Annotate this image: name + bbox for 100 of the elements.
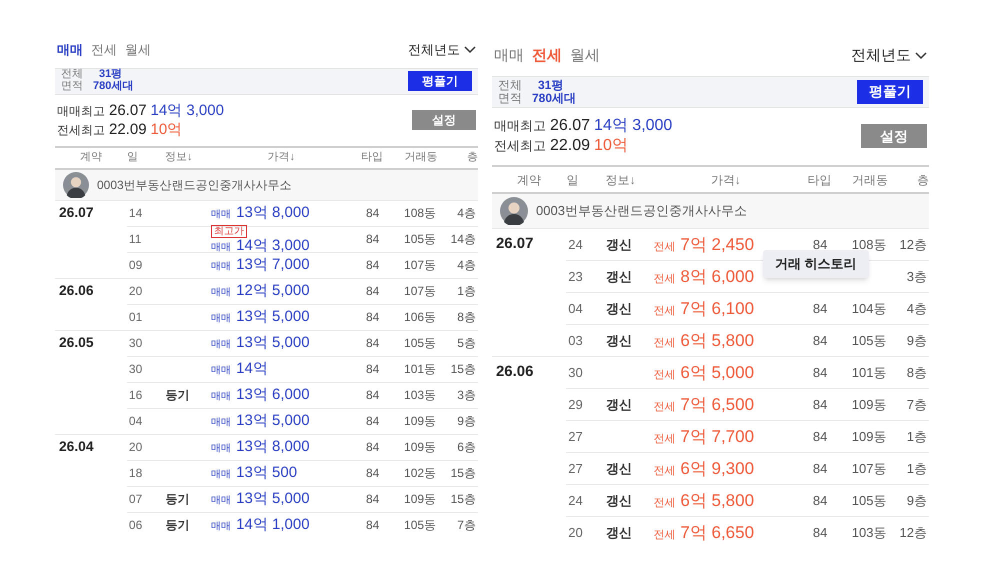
price-cell[interactable]: 7억 7,700 xyxy=(680,428,754,446)
tab[interactable]: 월세 xyxy=(570,45,600,68)
price-cell[interactable]: 6억 5,800 xyxy=(680,332,754,350)
type-cell: 84 xyxy=(812,428,828,444)
floor-cell-text: 4층 xyxy=(456,257,477,274)
building-cell: 109동 xyxy=(852,428,886,444)
price-cell[interactable]: 14억 xyxy=(236,361,268,377)
price-cell[interactable]: 7억 6,650 xyxy=(680,524,754,542)
type-cell: 84 xyxy=(366,336,380,350)
column-header[interactable]: 정보↓ xyxy=(606,170,654,189)
record-date: 26.07 xyxy=(109,100,147,120)
info-cell: 갱신 xyxy=(606,268,632,284)
price-cell[interactable]: 8억 6,000 xyxy=(680,268,754,286)
price-cell[interactable]: 13억 5,000 xyxy=(236,491,310,507)
price-cell[interactable]: 13억 5,000 xyxy=(236,335,310,351)
month-cell-text: 26.04 xyxy=(59,438,94,456)
deal-type: 전세 xyxy=(653,530,676,542)
floor-cell-text: 5층 xyxy=(456,335,477,352)
record-date: 22.09 xyxy=(109,120,147,140)
period-dropdown[interactable]: 전체년도 xyxy=(851,45,927,68)
day-cell-text: 20 xyxy=(128,439,144,456)
day-cell-text: 29 xyxy=(567,396,584,414)
type-cell: 84 xyxy=(812,492,828,508)
record-price: 14억 3,000 xyxy=(150,100,224,120)
price-cell[interactable]: 14억 3,000 xyxy=(236,238,310,254)
info-cell: 갱신 xyxy=(606,492,632,508)
period-dropdown[interactable]: 전체년도 xyxy=(408,40,476,60)
day-cell-text: 20 xyxy=(128,283,144,300)
column-header[interactable]: 정보↓ xyxy=(164,149,212,166)
price-cell[interactable]: 12억 5,000 xyxy=(236,283,310,299)
tab[interactable]: 월세 xyxy=(125,40,151,60)
info-cell: 갱신 xyxy=(606,396,632,412)
day-cell-text: 23 xyxy=(567,268,584,286)
type-cell: 84 xyxy=(366,258,380,272)
chevron-down-icon xyxy=(464,46,476,54)
building-cell: 108동 xyxy=(404,206,436,220)
price-cell[interactable]: 13억 500 xyxy=(236,465,298,481)
area-size: 31평 xyxy=(98,69,124,80)
building-cell: 103동 xyxy=(404,388,436,402)
building-cell: 105동 xyxy=(852,332,886,348)
household-count: 780세대 xyxy=(532,92,576,104)
price-cell[interactable]: 7억 2,450 xyxy=(680,236,754,254)
deal-type: 매매 xyxy=(211,418,232,429)
deal-type: 매매 xyxy=(211,366,232,377)
info-cell: 갱신 xyxy=(606,524,632,540)
deal-type: 매매 xyxy=(211,340,232,351)
day-cell-text: 18 xyxy=(128,465,144,482)
deal-type: 매매 xyxy=(211,470,232,481)
deal-type: 매매 xyxy=(211,242,232,254)
settings-button[interactable]: 설정 xyxy=(412,110,476,130)
deal-type: 매매 xyxy=(211,314,232,325)
column-header[interactable]: 가격↓ xyxy=(654,170,798,189)
record-label: 전세최고 xyxy=(494,138,546,156)
price-cell[interactable]: 13억 5,000 xyxy=(236,413,310,429)
tab[interactable]: 전세 xyxy=(91,40,117,60)
tab[interactable]: 매매 xyxy=(57,40,83,60)
floor-cell-text: 9층 xyxy=(906,332,928,350)
column-header: 계약 xyxy=(78,150,103,166)
price-cell[interactable]: 6억 5,000 xyxy=(680,364,754,382)
day-cell-text: 20 xyxy=(567,524,584,542)
day-cell-text: 24 xyxy=(567,492,584,510)
price-cell[interactable]: 13억 8,000 xyxy=(236,439,310,455)
tab[interactable]: 전세 xyxy=(532,45,562,68)
price-cell[interactable]: 14억 1,000 xyxy=(236,517,310,533)
price-cell[interactable]: 6억 9,300 xyxy=(680,460,754,478)
column-header: 타입 xyxy=(806,172,833,189)
tab[interactable]: 매매 xyxy=(494,45,524,68)
deal-type: 전세 xyxy=(653,306,676,318)
type-cell: 84 xyxy=(366,362,380,376)
type-cell: 84 xyxy=(366,492,380,506)
deal-type: 전세 xyxy=(653,370,676,382)
type-cell: 84 xyxy=(366,284,380,298)
info-cell: 갱신 xyxy=(606,460,632,476)
day-cell-text: 07 xyxy=(128,491,144,508)
type-cell: 84 xyxy=(366,388,380,402)
settings-button[interactable]: 설정 xyxy=(861,124,927,148)
price-cell[interactable]: 13억 7,000 xyxy=(236,257,310,273)
area-toggle-button[interactable]: 평풀기 xyxy=(857,80,923,104)
floor-cell-text: 1층 xyxy=(456,283,477,300)
building-cell: 108동 xyxy=(852,236,886,252)
area-label: 면적 xyxy=(498,92,522,104)
area-toggle-button[interactable]: 평풀기 xyxy=(408,71,472,91)
price-cell[interactable]: 13억 6,000 xyxy=(236,387,310,403)
building-cell: 109동 xyxy=(404,440,436,454)
price-cell[interactable]: 7억 6,100 xyxy=(680,300,754,318)
price-cell[interactable]: 7억 6,500 xyxy=(680,396,754,414)
household-count: 780세대 xyxy=(93,81,134,93)
price-cell[interactable]: 13억 5,000 xyxy=(236,309,310,325)
day-cell-text: 30 xyxy=(128,361,144,378)
column-header[interactable]: 가격↓ xyxy=(211,149,352,166)
history-tooltip: 거래 히스토리 xyxy=(762,250,869,278)
building-cell: 105동 xyxy=(404,336,436,350)
price-cell[interactable]: 6억 5,800 xyxy=(680,492,754,510)
deal-type: 전세 xyxy=(653,498,676,510)
price-cell[interactable]: 13억 8,000 xyxy=(236,205,310,221)
column-header: 층 xyxy=(916,172,929,189)
building-cell: 101동 xyxy=(404,362,436,376)
record-label: 매매최고 xyxy=(57,104,105,120)
floor-cell-text: 1층 xyxy=(906,460,928,478)
day-cell-text: 09 xyxy=(128,257,144,274)
